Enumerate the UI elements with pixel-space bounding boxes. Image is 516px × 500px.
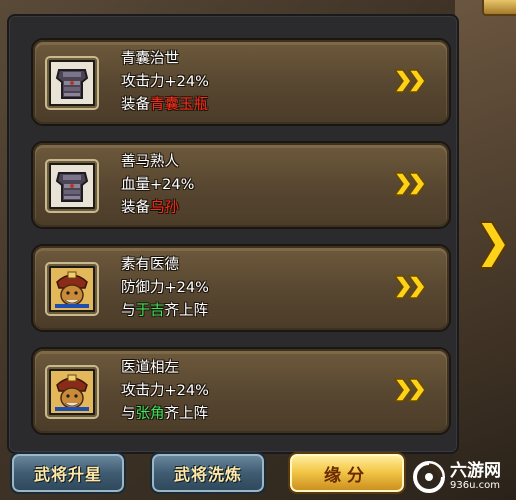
card-title: 青囊治世	[121, 51, 179, 67]
requirement-suffix: 齐上阵	[164, 406, 209, 422]
requirement-item: 青囊玉瓶	[150, 97, 208, 113]
chevron-right-icon[interactable]	[393, 274, 427, 300]
armor-icon	[45, 159, 99, 213]
card-requirement: 与于吉齐上阵	[121, 302, 208, 320]
star-up-button[interactable]: 武将升星	[10, 452, 126, 494]
card-requirement: 装备乌孙	[121, 199, 179, 217]
next-page-arrow-icon[interactable]	[476, 220, 508, 270]
fate-card[interactable]: 青囊治世 攻击力+24% 装备青囊玉瓶	[31, 38, 451, 126]
chevron-right-icon[interactable]	[393, 377, 427, 403]
card-effect: 攻击力+24%	[121, 74, 209, 90]
fate-tab-button[interactable]: 缘分	[288, 452, 406, 494]
armor-icon	[45, 56, 99, 110]
requirement-item: 乌孙	[150, 200, 179, 216]
card-requirement: 装备青囊玉瓶	[121, 96, 208, 114]
card-title: 医道相左	[121, 360, 179, 376]
fate-card[interactable]: 善马熟人 血量+24% 装备乌孙	[31, 141, 451, 229]
card-effect: 攻击力+24%	[121, 383, 209, 399]
fate-card[interactable]: 医道相左 攻击力+24% 与张角齐上阵	[31, 347, 451, 435]
watermark-name: 六游网	[450, 461, 501, 481]
general-portrait-icon	[45, 365, 99, 419]
site-watermark: 六游网 936u.com	[412, 454, 516, 500]
requirement-prefix: 装备	[121, 200, 150, 216]
top-corner-button[interactable]	[482, 0, 516, 16]
requirement-general: 张角	[135, 406, 165, 422]
refine-button[interactable]: 武将洗炼	[150, 452, 266, 494]
card-effect: 血量+24%	[121, 177, 195, 193]
chevron-right-icon[interactable]	[393, 171, 427, 197]
requirement-prefix: 与	[121, 303, 136, 319]
fate-card[interactable]: 素有医德 防御力+24% 与于吉齐上阵	[31, 244, 451, 332]
card-title: 素有医德	[121, 257, 179, 273]
requirement-suffix: 齐上阵	[164, 303, 209, 319]
card-requirement: 与张角齐上阵	[121, 405, 208, 423]
fate-panel: 青囊治世 攻击力+24% 装备青囊玉瓶 善马熟人 血量+24% 装备乌孙 素有医…	[7, 14, 459, 454]
requirement-prefix: 装备	[121, 97, 150, 113]
chevron-right-icon[interactable]	[393, 68, 427, 94]
watermark-url: 936u.com	[450, 480, 500, 491]
swirl-logo-icon	[413, 461, 445, 493]
card-effect: 防御力+24%	[121, 280, 209, 296]
requirement-general: 于吉	[135, 303, 165, 319]
general-portrait-icon	[45, 262, 99, 316]
requirement-prefix: 与	[121, 406, 136, 422]
card-title: 善马熟人	[121, 154, 179, 170]
